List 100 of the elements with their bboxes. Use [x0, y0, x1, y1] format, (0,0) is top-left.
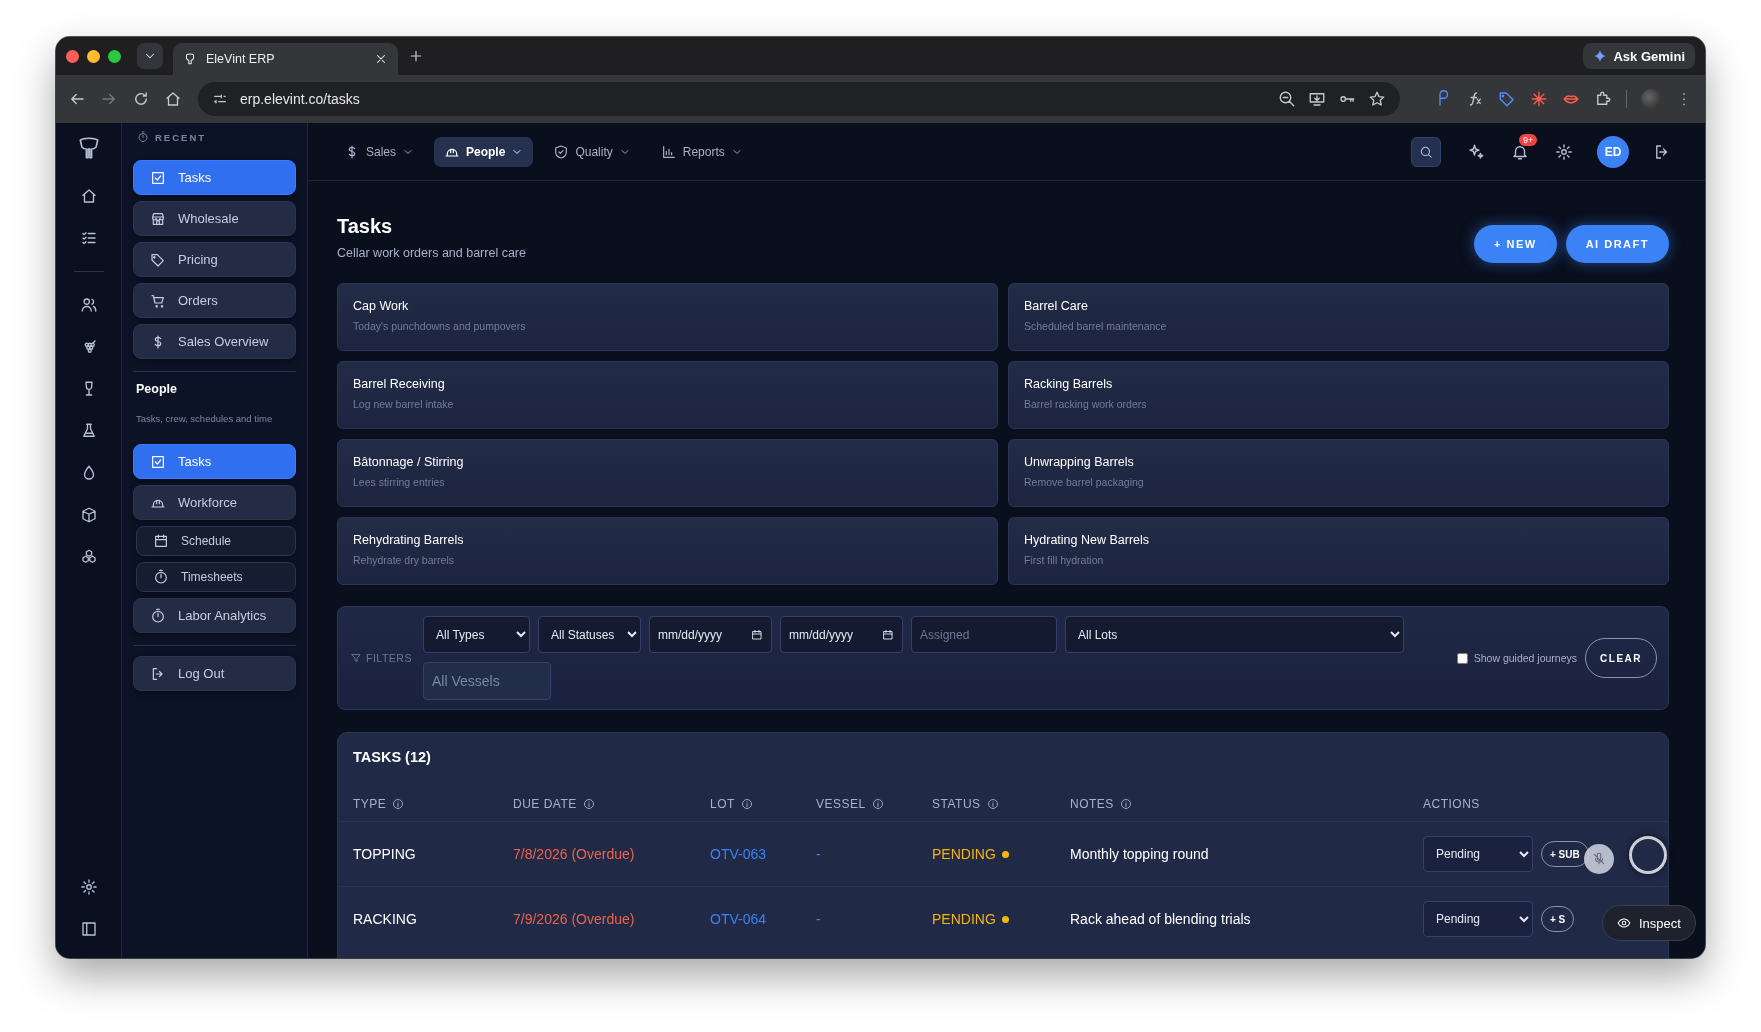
sparkle-icon[interactable]	[1467, 142, 1485, 161]
home-icon[interactable]	[164, 90, 182, 108]
browser-tab[interactable]: EleVint ERP	[173, 43, 398, 75]
card-title: Barrel Care	[1024, 299, 1089, 313]
cubes-icon[interactable]	[79, 548, 98, 566]
column-header: STATUS	[932, 797, 981, 811]
settings-icon[interactable]	[79, 878, 98, 896]
shortcut-card[interactable]: Bâtonnage / Stirring Lees stirring entries	[337, 439, 998, 507]
calendar-icon	[882, 628, 894, 641]
mic-off-drawing	[1592, 852, 1606, 866]
status-select[interactable]: Pending	[1423, 836, 1533, 872]
info-icon[interactable]	[392, 798, 405, 810]
shield-icon	[553, 143, 570, 160]
zoom-window-button[interactable]	[108, 49, 121, 63]
floating-action-button[interactable]	[1629, 836, 1667, 874]
star-icon[interactable]	[1368, 90, 1386, 108]
page-subtitle: Cellar work orders and barrel care	[337, 246, 526, 260]
page-title: Tasks	[337, 215, 394, 238]
settings-icon[interactable]	[1555, 142, 1573, 161]
nav-menu[interactable]: Sales	[334, 136, 425, 167]
new-button[interactable]: + NEW	[1474, 225, 1557, 263]
nav-menu[interactable]: Quality	[543, 136, 641, 167]
card-description: Scheduled barrel maintenance	[1024, 320, 1168, 332]
sidebar-item[interactable]: Timesheets	[136, 562, 296, 592]
close-window-button[interactable]	[66, 49, 79, 63]
inspect-button[interactable]: Inspect	[1602, 905, 1696, 941]
shortcut-card[interactable]: Unwrapping Barrels Remove barrel packaging	[1008, 439, 1669, 507]
date-field[interactable]: mm/dd/yyyy	[780, 616, 903, 653]
status-select[interactable]: All Statuses	[538, 616, 641, 653]
column-header: LOT	[710, 797, 735, 811]
filter-icon	[350, 652, 362, 664]
sidebar-item[interactable]: Pricing	[133, 242, 296, 277]
tab-list-button[interactable]	[137, 43, 163, 69]
lots-select[interactable]: All Lots	[1065, 616, 1404, 653]
box-icon[interactable]	[79, 506, 98, 524]
sidebar-item[interactable]: Workforce	[133, 485, 296, 520]
shortcut-card[interactable]: Hydrating New Barrels First fill hydration	[1008, 517, 1669, 585]
search-button[interactable]	[1411, 136, 1441, 167]
nav-menu[interactable]: People	[434, 136, 534, 167]
sidebar-item[interactable]: Orders	[133, 283, 296, 318]
user-avatar[interactable]: ED	[1597, 135, 1629, 168]
guided-checkbox[interactable]	[1456, 652, 1468, 664]
storefront-icon	[150, 210, 166, 227]
eye-icon	[1617, 916, 1631, 930]
address-bar[interactable]: erp.elevint.co/tasks	[198, 82, 1400, 116]
minimize-window-button[interactable]	[87, 49, 100, 63]
info-icon[interactable]	[1119, 798, 1132, 810]
draft-button[interactable]: AI DRAFT	[1565, 225, 1669, 263]
shortcut-card[interactable]: Barrel Receiving Log new barrel intake	[337, 361, 998, 429]
table-cell: RACKING	[353, 911, 417, 927]
assistant-button[interactable]: Ask Gemini	[1583, 43, 1695, 69]
info-icon[interactable]	[986, 798, 999, 810]
install-icon[interactable]	[1308, 90, 1326, 108]
logout-button[interactable]: Log Out	[133, 656, 296, 691]
checkbox-label: Show guided journeys	[1473, 652, 1578, 664]
zoom-icon[interactable]	[1278, 90, 1296, 108]
clock-icon	[137, 131, 149, 143]
shortcut-card[interactable]: Cap Work Today's punchdowns and pumpovers	[337, 283, 998, 351]
shortcut-card[interactable]: Racking Barrels Barrel racking work orders	[1008, 361, 1669, 429]
calendar-icon	[751, 628, 763, 641]
tag-icon[interactable]	[1498, 90, 1516, 108]
status-select[interactable]: Pending	[1423, 901, 1533, 937]
table-title: TASKS (12)	[352, 748, 432, 767]
checkbox-icon	[150, 453, 166, 470]
sidebar-item[interactable]: Labor Analytics	[133, 598, 296, 633]
assigned-field[interactable]: Assigned	[911, 616, 1057, 653]
nav-menu[interactable]: Reports	[650, 136, 753, 167]
checklist-icon[interactable]	[79, 229, 98, 247]
people-icon[interactable]	[79, 296, 98, 314]
card-description: Remove barrel packaging	[1024, 476, 1145, 488]
home-icon[interactable]	[79, 187, 98, 205]
info-icon[interactable]	[871, 798, 884, 810]
new-tab-icon[interactable]	[408, 48, 424, 64]
sidebar-toggle-icon[interactable]	[79, 920, 98, 938]
vessels-field[interactable]: All Vessels	[423, 662, 551, 700]
type-select[interactable]: All Types	[423, 616, 530, 653]
sidebar-item[interactable]: Schedule	[136, 526, 296, 556]
sidebar-item[interactable]: Sales Overview	[133, 324, 296, 359]
shortcut-card[interactable]: Rehydrating Barrels Rehydrate dry barrels	[337, 517, 998, 585]
sidebar-item[interactable]: Tasks	[133, 444, 296, 479]
sidebar-item[interactable]: Tasks	[133, 160, 296, 195]
info-icon[interactable]	[740, 798, 753, 810]
column-header: DUE DATE	[513, 797, 577, 811]
lot-link[interactable]: OTV-063	[710, 846, 767, 862]
card-title: Hydrating New Barrels	[1024, 533, 1151, 547]
status-label: PENDING	[932, 911, 996, 927]
calendar-icon	[153, 533, 169, 549]
date-field[interactable]: mm/dd/yyyy	[649, 616, 772, 653]
lot-link[interactable]: OTV-064	[710, 911, 767, 927]
starburst-icon[interactable]	[1530, 90, 1548, 108]
table-cell: -	[816, 911, 821, 927]
sidebar-item[interactable]: Wholesale	[133, 201, 296, 236]
extensions-icon[interactable]	[1594, 90, 1612, 108]
shortcut-card[interactable]: Barrel Care Scheduled barrel maintenance	[1008, 283, 1669, 351]
close-tab-icon[interactable]	[374, 52, 388, 66]
search-icon	[1419, 144, 1433, 159]
table-cell: Monthly topping round	[1070, 846, 1209, 862]
info-icon[interactable]	[582, 798, 595, 810]
reload-icon[interactable]	[132, 90, 150, 108]
table-cell: Rack ahead of blending trials	[1070, 911, 1251, 927]
